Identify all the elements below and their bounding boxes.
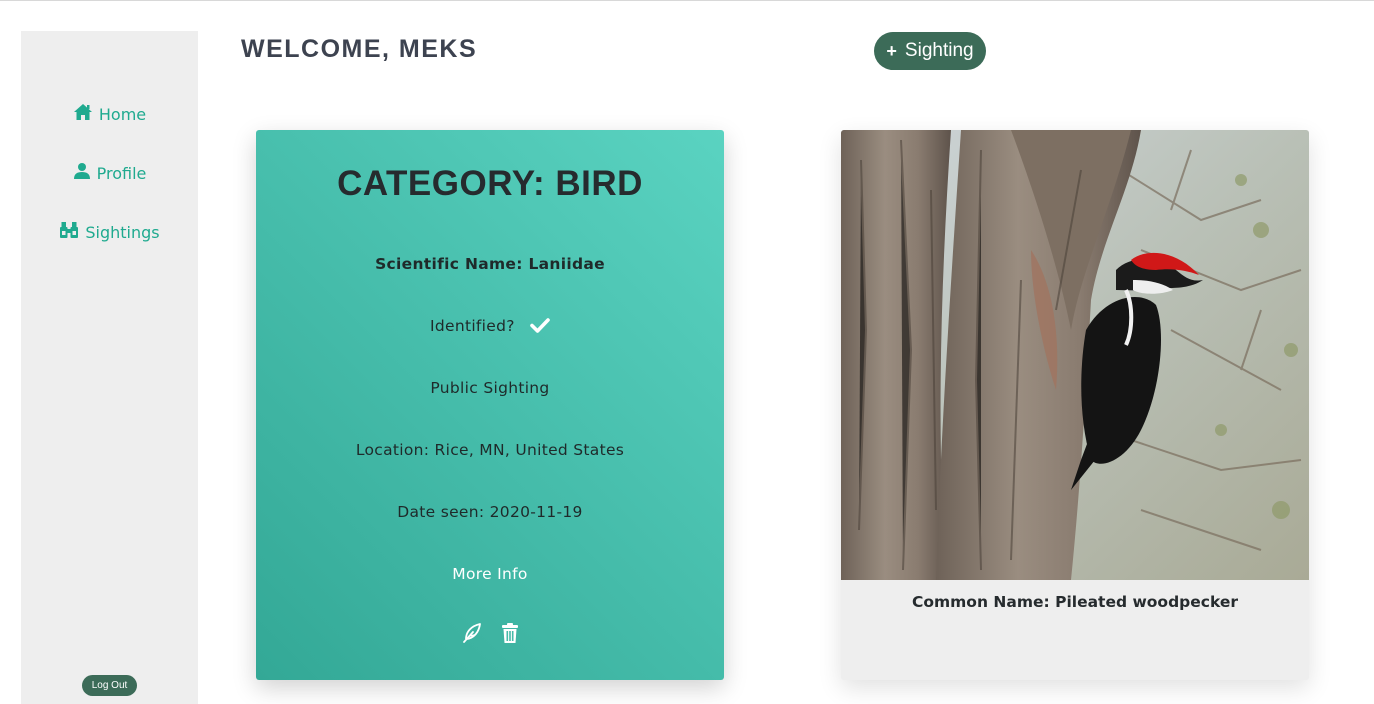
- sidebar-item-label: Home: [98, 104, 147, 124]
- category-title: CATEGORY: BIRD: [337, 164, 643, 203]
- add-sighting-label: Sighting: [904, 40, 974, 61]
- sidebar-item-profile[interactable]: Profile: [21, 162, 198, 184]
- user-icon: [73, 162, 91, 184]
- add-sighting-button[interactable]: + Sighting: [874, 32, 986, 70]
- more-info-link[interactable]: More Info: [256, 565, 724, 583]
- sighting-card: CATEGORY: BIRD Scientific Name: Laniidae…: [256, 130, 724, 680]
- trash-icon[interactable]: [501, 622, 519, 648]
- scientific-name: Scientific Name: Laniidae: [375, 255, 605, 273]
- page-title: WELCOME, MEKS: [241, 35, 478, 63]
- photo-card: Common Name: Pileated woodpecker: [841, 130, 1309, 680]
- card-actions: [256, 622, 724, 648]
- identified-row: Identified?: [256, 317, 724, 337]
- identified-label: Identified?: [429, 317, 515, 335]
- sidebar: Home Profile Sightings Log Out: [21, 31, 198, 704]
- common-name: Common Name: Pileated woodpecker: [911, 593, 1239, 611]
- date-seen: Date seen: 2020-11-19: [397, 503, 583, 521]
- sidebar-item-label: Sightings: [85, 222, 160, 242]
- sidebar-item-home[interactable]: Home: [21, 103, 198, 125]
- visibility-status: Public Sighting: [430, 379, 550, 397]
- plus-icon: +: [886, 40, 897, 61]
- checkmark-icon: [530, 317, 550, 337]
- sidebar-item-sightings[interactable]: Sightings: [21, 221, 198, 243]
- logout-button[interactable]: Log Out: [82, 675, 137, 696]
- home-icon: [73, 103, 93, 125]
- binoculars-icon: [59, 221, 79, 243]
- location: Location: Rice, MN, United States: [355, 441, 625, 459]
- sidebar-item-label: Profile: [96, 163, 147, 183]
- feather-icon[interactable]: [461, 622, 483, 648]
- bird-photo: [841, 130, 1309, 580]
